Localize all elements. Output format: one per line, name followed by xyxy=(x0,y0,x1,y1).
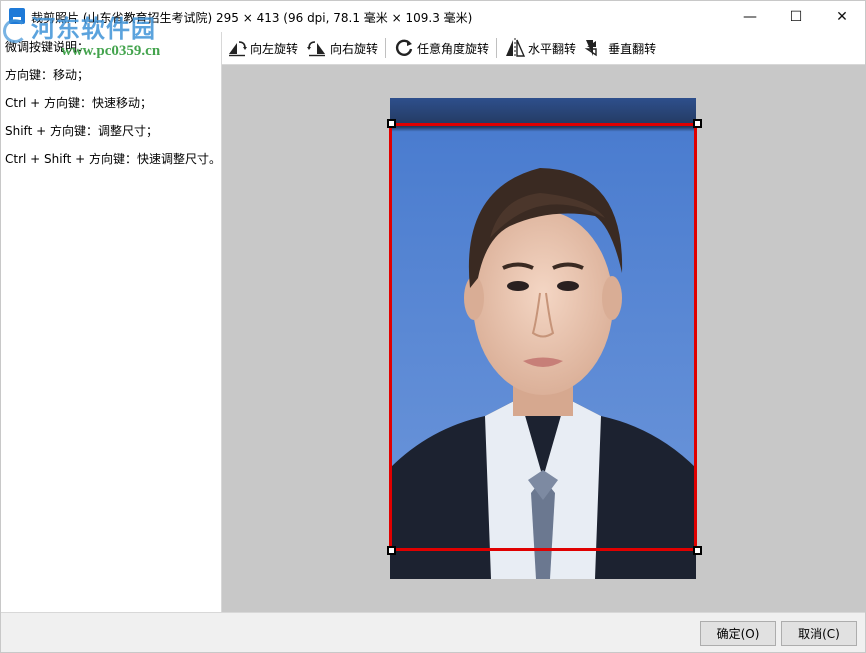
ok-button[interactable]: 确定(O) xyxy=(700,621,776,646)
flip-horizontal-label: 水平翻转 xyxy=(528,41,577,56)
rotate-any-angle-label: 任意角度旋转 xyxy=(417,41,490,56)
flip-horizontal-icon xyxy=(506,38,526,58)
close-button[interactable]: ✕ xyxy=(819,1,865,32)
app-icon xyxy=(9,8,25,24)
cancel-button[interactable]: 取消(C) xyxy=(781,621,857,646)
rotate-right-label: 向右旋转 xyxy=(330,41,379,56)
help-line: 微调按键说明： xyxy=(5,40,90,54)
crop-handle-bottom-left[interactable] xyxy=(387,546,396,555)
rotate-any-icon xyxy=(395,39,413,56)
flip-vertical-button[interactable]: 垂直翻转 xyxy=(580,32,660,65)
toolbar-separator xyxy=(385,38,387,58)
crop-handle-top-right[interactable] xyxy=(693,119,702,128)
help-line: 方向键：移动； xyxy=(5,68,90,82)
crop-photo-dialog: 裁剪照片 (山东省教育招生考试院) 295 × 413 (96 dpi, 78.… xyxy=(0,0,866,653)
flip-vertical-label: 垂直翻转 xyxy=(608,41,657,56)
help-line: Shift + 方向键：调整尺寸； xyxy=(5,124,158,138)
crop-frame[interactable] xyxy=(389,123,697,551)
crop-handle-bottom-right[interactable] xyxy=(693,546,702,555)
rotate-left-label: 向左旋转 xyxy=(250,41,299,56)
flip-horizontal-button[interactable]: 水平翻转 xyxy=(500,32,580,65)
dialog-footer: 确定(O) 取消(C) xyxy=(1,612,865,652)
help-line: Ctrl + Shift + 方向键：快速调整尺寸。 xyxy=(5,152,221,166)
toolbar: 向左旋转 向右旋转 任意角度旋转 水平翻转 垂直翻转 xyxy=(222,32,865,65)
rotate-left-button[interactable]: 向左旋转 xyxy=(222,32,302,65)
rotate-any-angle-button[interactable]: 任意角度旋转 xyxy=(389,32,493,65)
image-canvas[interactable] xyxy=(222,65,865,612)
maximize-button[interactable]: ☐ xyxy=(773,1,819,32)
rotate-right-icon xyxy=(307,41,326,57)
help-panel: 微调按键说明： 方向键：移动； Ctrl + 方向键：快速移动； Shift +… xyxy=(1,32,222,612)
flip-vertical-icon xyxy=(584,40,597,57)
crop-handle-top-left[interactable] xyxy=(387,119,396,128)
minimize-button[interactable]: — xyxy=(727,1,773,32)
window-title: 裁剪照片 (山东省教育招生考试院) 295 × 413 (96 dpi, 78.… xyxy=(31,11,473,25)
rotate-left-icon xyxy=(229,41,247,57)
toolbar-separator xyxy=(496,38,498,58)
title-bar: 裁剪照片 (山东省教育招生考试院) 295 × 413 (96 dpi, 78.… xyxy=(1,1,865,32)
rotate-right-button[interactable]: 向右旋转 xyxy=(302,32,382,65)
help-line: Ctrl + 方向键：快速移动； xyxy=(5,96,153,110)
